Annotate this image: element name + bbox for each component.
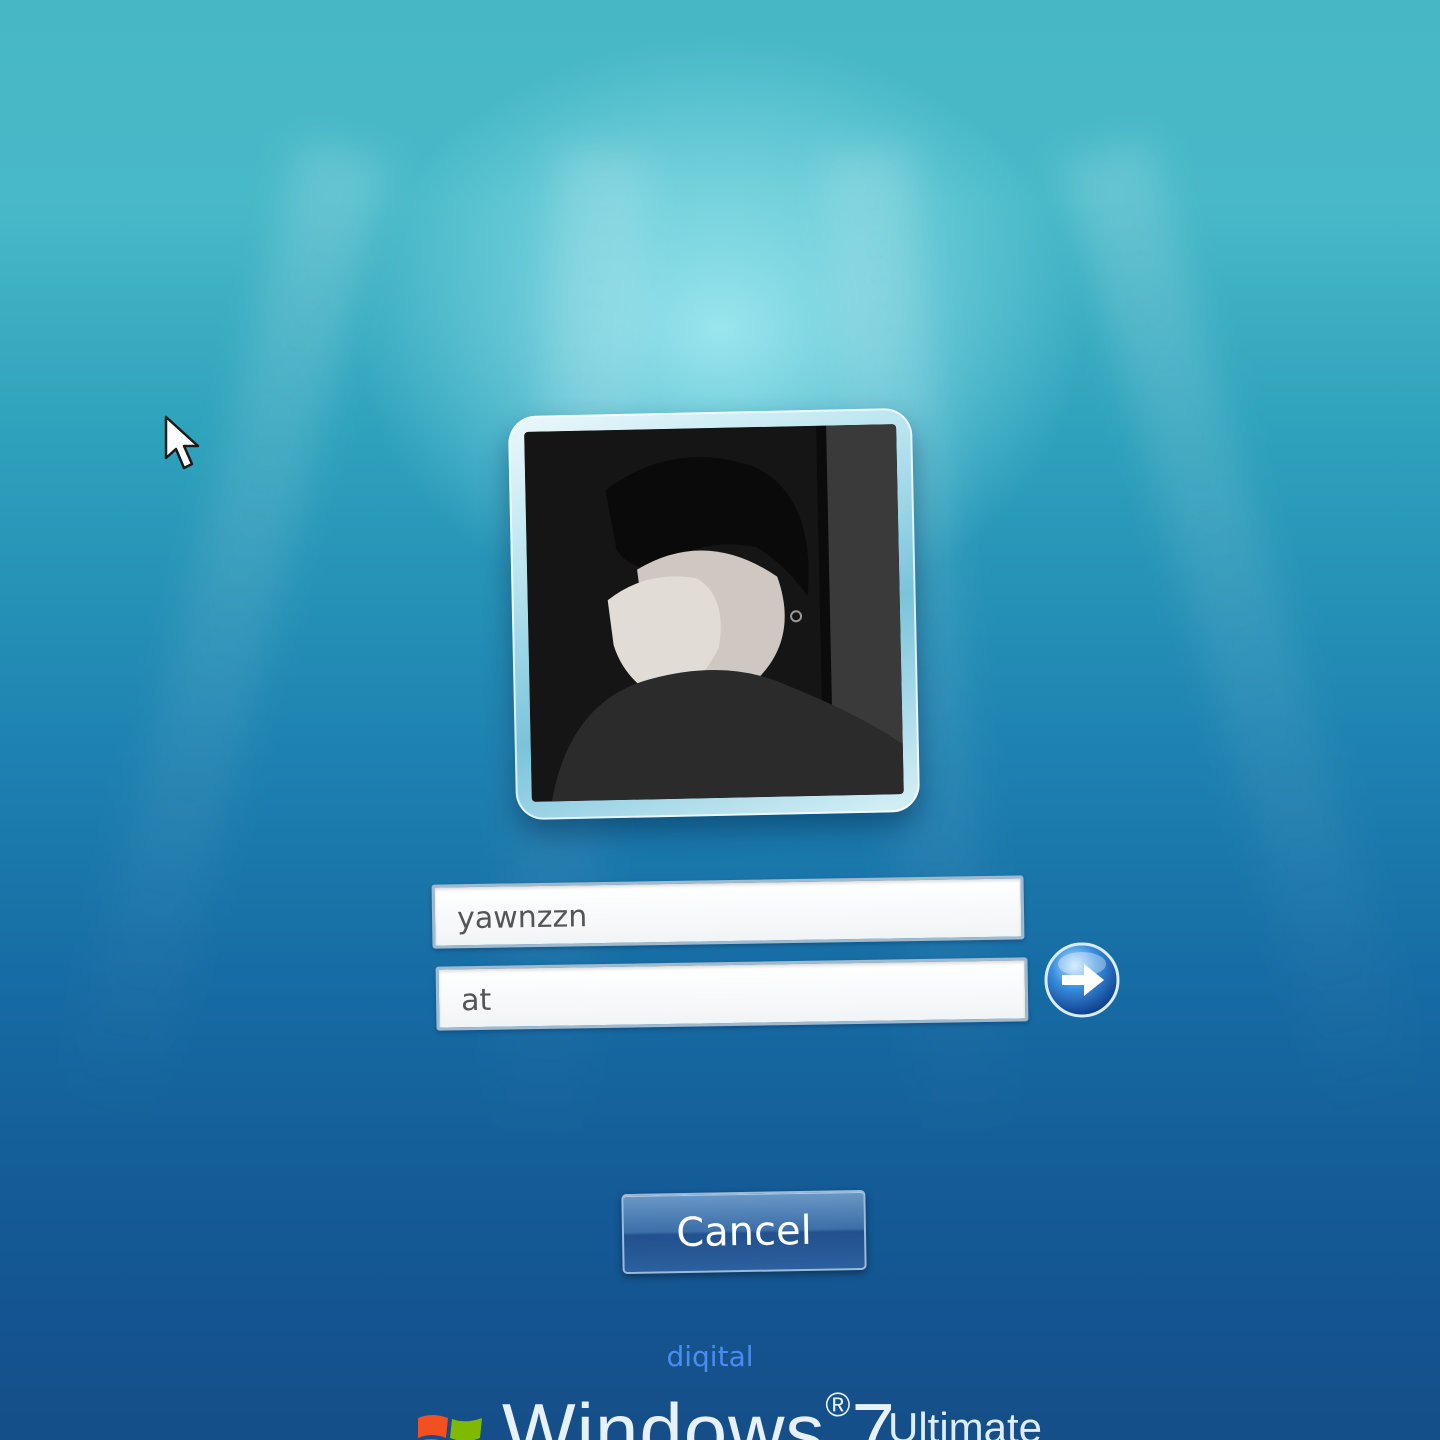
submit-arrow-icon[interactable] xyxy=(1042,940,1122,1020)
user-photo-illustration xyxy=(524,424,904,802)
password-field[interactable]: at xyxy=(435,957,1029,1031)
windows-flag-icon xyxy=(418,1415,482,1440)
windows-branding: Windows®7 Ultimate xyxy=(414,1386,1114,1440)
edition-label: Ultimate xyxy=(888,1404,1043,1440)
cancel-button[interactable]: Cancel xyxy=(621,1189,867,1275)
username-text: yawnzzn xyxy=(456,899,588,937)
user-avatar-photo xyxy=(524,424,904,802)
username-field[interactable]: yawnzzn xyxy=(431,875,1025,949)
user-avatar-frame xyxy=(507,407,921,821)
mouse-pointer-icon xyxy=(164,415,200,470)
background-light-ray xyxy=(59,139,389,1132)
windows-wordmark: Windows®7 xyxy=(502,1386,896,1440)
password-text: at xyxy=(460,982,492,1019)
branding-caption: diqital xyxy=(666,1340,754,1373)
login-screen: yawnzzn at Cancel diqital Windows®7 Ulti… xyxy=(0,0,1440,1440)
os-name: Windows xyxy=(502,1387,826,1440)
